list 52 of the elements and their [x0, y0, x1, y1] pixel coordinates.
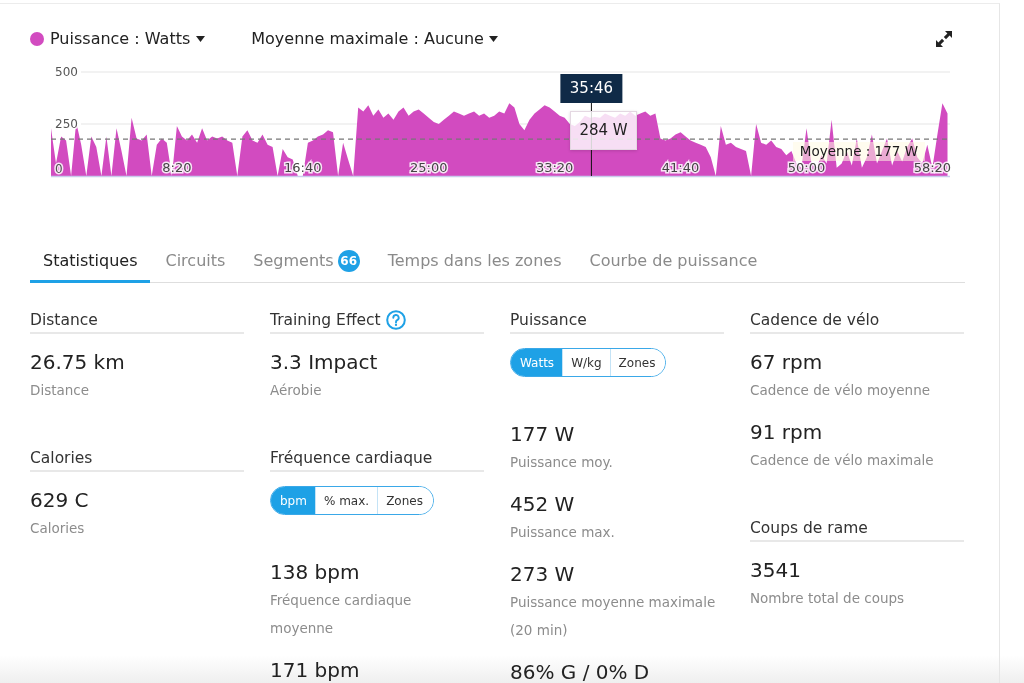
- toggle-option[interactable]: Zones: [609, 349, 666, 376]
- stat-value: 629 C: [30, 487, 89, 514]
- caret-icon: [196, 36, 206, 42]
- axis-label: 250: [55, 117, 78, 131]
- help-icon[interactable]: [385, 310, 406, 330]
- axis-label: 50:00: [787, 160, 826, 175]
- section-title: Puissance: [510, 310, 587, 331]
- stat-label: Aérobie: [270, 381, 322, 400]
- caret-icon: [488, 36, 498, 42]
- section-title: Calories: [30, 448, 93, 469]
- axis-label: 41:40: [661, 160, 700, 175]
- metric-dropdown[interactable]: Puissance : Watts: [30, 27, 206, 51]
- stat-label: Distance: [30, 381, 90, 400]
- stat-value: 67 rpm: [750, 349, 823, 376]
- section-title: Coups de rame: [750, 518, 868, 539]
- stat-value: 3.3 Impact: [270, 349, 378, 376]
- stat-label: Puissance moy.: [510, 453, 613, 472]
- axis-label: 25:00: [410, 160, 448, 175]
- stat-value: 86% G / 0% D: [510, 659, 650, 683]
- tab[interactable]: Segments 66: [240, 242, 373, 283]
- expand-icon[interactable]: [936, 31, 952, 47]
- max-average-dropdown[interactable]: Moyenne maximale : Aucune: [251, 27, 498, 51]
- stat-value: 452 W: [510, 491, 575, 518]
- axis-label: 33:20: [535, 160, 574, 175]
- stat-value: 3541: [750, 557, 801, 584]
- stat-label: Puissance moyenne maximale (20 min): [510, 593, 717, 640]
- time-tooltip: 35:46: [560, 74, 622, 103]
- tab[interactable]: Circuits: [152, 242, 239, 283]
- value-tooltip: 284 W: [570, 110, 637, 150]
- stat-label: Calories: [30, 519, 85, 538]
- section-title: Cadence de vélo: [750, 310, 880, 331]
- section-title: Fréquence cardiaque: [270, 448, 433, 469]
- count-badge: 66: [337, 250, 360, 272]
- tab[interactable]: Temps dans les zones: [374, 242, 575, 283]
- stat-label: Fréquence cardiaque moyenne: [270, 591, 413, 638]
- average-label: Moyenne : 177 W: [792, 142, 925, 162]
- section-title: Training Effect: [270, 310, 381, 331]
- axis-label: 500: [55, 65, 78, 79]
- stat-value: 138 bpm: [270, 559, 360, 586]
- stat-value: 26.75 km: [30, 349, 125, 376]
- toggle-option[interactable]: Zones: [377, 487, 433, 514]
- stat-label: Cadence de vélo maximale: [750, 451, 934, 470]
- tab[interactable]: Statistiques: [30, 242, 151, 283]
- section-title: Distance: [30, 310, 98, 331]
- stat-value: 177 W: [510, 421, 575, 448]
- stat-value: 273 W: [510, 561, 575, 588]
- stat-value: 91 rpm: [750, 419, 823, 446]
- stat-label: Puissance max.: [510, 523, 615, 542]
- stat-value: 171 bpm: [270, 657, 360, 683]
- axis-label: 0: [55, 162, 63, 176]
- stat-label: Nombre total de coups: [750, 589, 905, 608]
- stat-label: Cadence de vélo moyenne: [750, 381, 931, 400]
